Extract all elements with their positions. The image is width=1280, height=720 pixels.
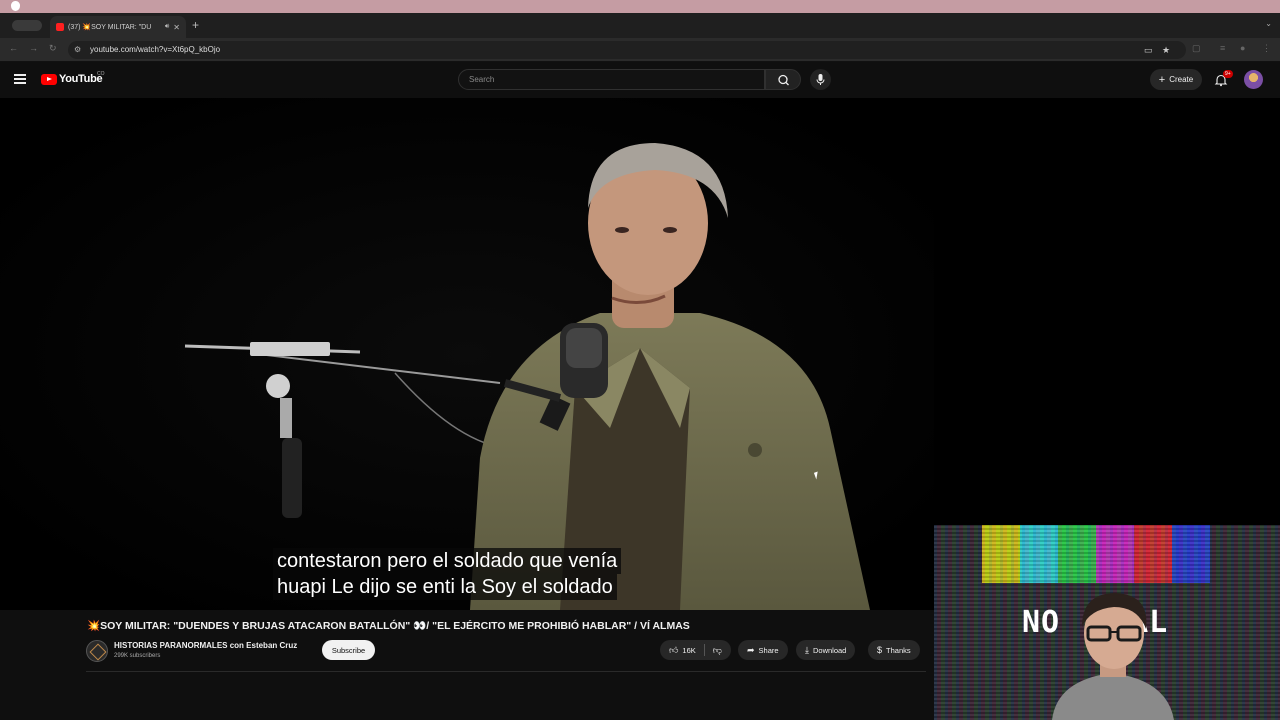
youtube-favicon-icon [56, 23, 64, 31]
create-button[interactable]: + Create [1150, 69, 1202, 90]
channel-avatar[interactable] [86, 640, 108, 662]
notification-count-badge: 9+ [1223, 70, 1233, 78]
webcam-overlay: NO AL [934, 525, 1280, 720]
tab-title: (37) 💥SOY MILITAR: "DU [68, 24, 152, 31]
new-tab-icon[interactable]: + [192, 18, 199, 32]
like-dislike-group: 👍︎ 16K 👎︎ [660, 640, 731, 660]
country-code: CO [97, 71, 105, 77]
bookmark-star-icon[interactable]: ★ [1162, 45, 1170, 56]
hamburger-menu-icon[interactable] [14, 74, 26, 84]
video-info-section: 💥SOY MILITAR: "DUENDES Y BRUJAS ATACARON… [0, 610, 934, 720]
browser-tab-active[interactable]: (37) 💥SOY MILITAR: "DU 🔊︎ ✕ [50, 16, 186, 38]
subscriber-count: 299K subscribers [114, 653, 161, 659]
forward-arrow-icon[interactable]: → [29, 43, 38, 53]
profile-icon[interactable]: ● [1240, 43, 1245, 53]
account-avatar[interactable] [1244, 70, 1263, 89]
thumbs-down-icon[interactable]: 👎︎ [713, 645, 722, 656]
download-label: Download [812, 645, 847, 655]
video-frame [0, 98, 934, 610]
like-divider [703, 644, 705, 656]
download-icon: ⤓ [805, 644, 809, 655]
explosion-emoji: 💥 [87, 620, 101, 632]
search-icon [778, 74, 789, 86]
video-title-text: SOY MILITAR: "DUENDES Y BRUJAS ATACARON … [100, 620, 690, 632]
thanks-dollar-icon: $ [877, 645, 883, 655]
screen: (37) 💥SOY MILITAR: "DU 🔊︎ ✕ + ⌄ ← → ↻ ⚙ … [0, 0, 1280, 720]
reload-icon[interactable]: ↻ [49, 43, 57, 54]
download-button[interactable]: ⤓ Download [796, 640, 856, 660]
section-divider [86, 671, 926, 672]
browser-menu-icon[interactable]: ⋮ [1262, 43, 1271, 54]
apple-logo-icon[interactable] [11, 1, 20, 11]
video-title: 💥SOY MILITAR: "DUENDES Y BRUJAS ATACARON… [87, 619, 690, 632]
youtube-logo-text[interactable]: YouTube [59, 73, 103, 85]
share-button[interactable]: ➦ Share [738, 640, 788, 660]
cast-icon[interactable]: ▭ [1144, 45, 1153, 56]
caption-line-1: contestaron pero el soldado que venía [273, 548, 622, 574]
channel-name[interactable]: HISTORIAS PARANORMALES con Esteban Cruz [114, 641, 297, 650]
extensions-icon[interactable]: ▢ [1192, 43, 1201, 54]
speaker-icon[interactable]: 🔊︎ [165, 23, 169, 31]
search-placeholder: Search [469, 75, 495, 84]
streamer-webcam-person [1052, 593, 1174, 720]
youtube-header: YouTube CO Search + Create 9+ [0, 62, 1280, 98]
subscribe-button[interactable]: Subscribe [322, 640, 375, 660]
video-player[interactable]: contestaron pero el soldado que venía hu… [0, 98, 934, 610]
search-input[interactable]: Search [458, 69, 765, 90]
voice-search-button[interactable] [810, 69, 831, 90]
share-label: Share [758, 645, 779, 655]
address-bar[interactable]: ⚙ youtube.com/watch?v=Xt6pQ_kbOjo ▭ ★ [68, 41, 1186, 59]
browser-tab-strip: (37) 💥SOY MILITAR: "DU 🔊︎ ✕ + ⌄ [0, 13, 1280, 38]
tab-search-chevron-icon[interactable]: ⌄ [1265, 19, 1272, 28]
site-info-icon[interactable]: ⚙ [74, 45, 81, 54]
media-icon[interactable]: ≡ [1220, 43, 1225, 53]
caption-line-2: huapi Le dijo se enti la Soy el soldado [273, 574, 617, 600]
search-button[interactable] [765, 69, 801, 90]
tab-group-pill[interactable] [12, 20, 42, 31]
youtube-logo-icon[interactable] [41, 74, 57, 85]
thumbs-up-icon[interactable]: 👍︎ [669, 645, 678, 656]
like-count[interactable]: 16K [682, 646, 695, 655]
create-label: Create [1169, 75, 1194, 84]
thanks-button[interactable]: $ Thanks [868, 640, 920, 660]
closed-captions: contestaron pero el soldado que venía hu… [273, 548, 622, 600]
close-tab-icon[interactable]: ✕ [173, 23, 180, 32]
browser-toolbar: ← → ↻ ⚙ youtube.com/watch?v=Xt6pQ_kbOjo … [0, 38, 1280, 62]
microphone-icon [816, 74, 825, 85]
thanks-label: Thanks [886, 645, 911, 655]
macos-menu-bar [0, 0, 1280, 13]
share-arrow-icon: ➦ [747, 644, 755, 655]
url-text: youtube.com/watch?v=Xt6pQ_kbOjo [90, 45, 221, 54]
plus-icon: + [1158, 73, 1166, 86]
back-arrow-icon[interactable]: ← [9, 43, 18, 53]
